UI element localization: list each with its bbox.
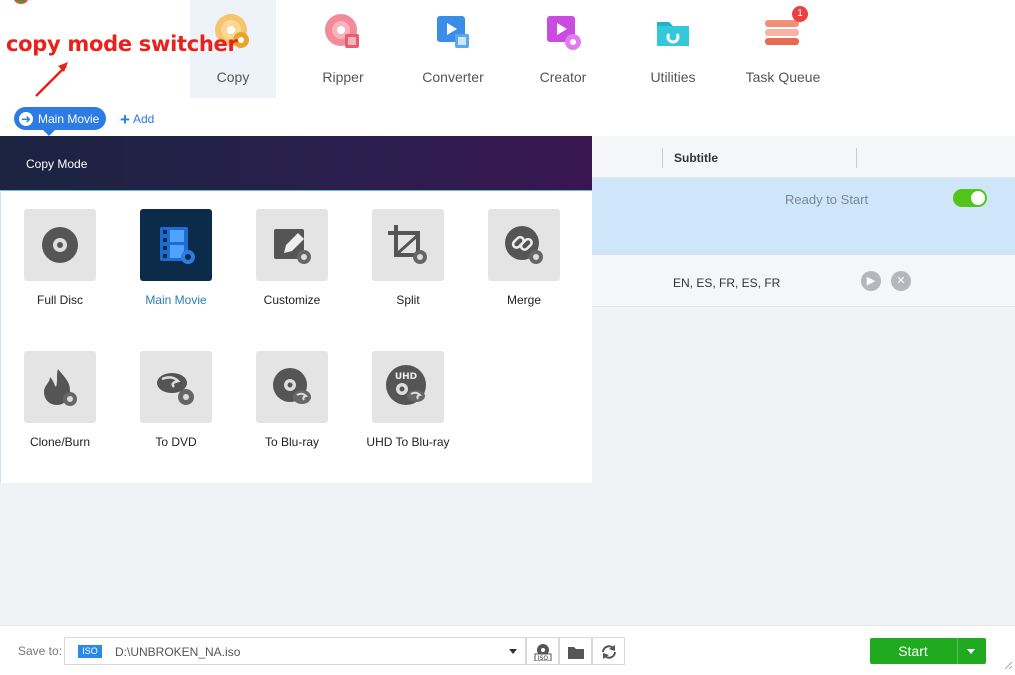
crop-icon: [388, 225, 427, 264]
mode-merge[interactable]: Merge: [474, 209, 574, 319]
plus-icon: +: [120, 110, 130, 129]
copy-mode-panel: Full Disc Main Movie Customize Split Mer…: [0, 190, 592, 483]
mode-label: Split: [396, 293, 420, 307]
mode-label: UHD To Blu-ray: [366, 435, 450, 449]
top-navigation: Copy Ripper Converter Creator Utilities: [0, 0, 1015, 136]
mode-to-bluray[interactable]: To Blu-ray: [242, 351, 342, 461]
switch-arrow-icon: ➜: [19, 111, 33, 126]
status-text: Ready to Start: [785, 192, 869, 207]
task-count-badge: 1: [792, 6, 808, 22]
copy-mode-title: Copy Mode: [26, 157, 88, 171]
tab-task-queue[interactable]: 1 Task Queue: [740, 0, 826, 98]
bluray-to-dvd-icon: [157, 373, 194, 405]
mode-tile: [24, 351, 96, 423]
tab-utilities[interactable]: Utilities: [630, 0, 716, 98]
mode-clone-burn[interactable]: Clone/Burn: [10, 351, 110, 461]
mode-split[interactable]: Split: [358, 209, 458, 319]
svg-text:ISO: ISO: [538, 655, 549, 661]
chevron-down-icon[interactable]: [967, 649, 975, 654]
list-header: Subtitle: [592, 136, 1015, 178]
iso-tag: ISO: [78, 645, 102, 658]
title-row[interactable]: Ready to Start: [592, 178, 1015, 255]
utilities-icon: [657, 22, 689, 46]
tab-ripper[interactable]: Ripper: [300, 0, 386, 98]
disc-icon: [42, 227, 78, 263]
mode-tile: [256, 209, 328, 281]
creator-icon: [547, 16, 581, 50]
mode-tile: [488, 209, 560, 281]
link-icon: [505, 226, 543, 264]
add-label: Add: [132, 112, 155, 126]
iso-disc-icon: ISO: [534, 644, 552, 661]
svg-text:UHD: UHD: [395, 372, 417, 382]
mode-tile: [140, 209, 212, 281]
disc-to-bluray-icon: [273, 368, 311, 404]
ripper-icon: [325, 14, 359, 48]
flame-icon: [44, 369, 77, 406]
tab-label: Copy: [216, 69, 250, 85]
column-divider: [856, 148, 857, 168]
edit-icon: [274, 229, 311, 264]
annotation-arrow-icon: [35, 62, 68, 97]
tab-label: Converter: [422, 69, 484, 85]
refresh-icon: [602, 645, 616, 659]
output-toggle[interactable]: [953, 189, 987, 207]
mode-label: To DVD: [155, 435, 197, 449]
mode-uhd-to-bluray[interactable]: UHD UHD To Blu-ray: [358, 351, 458, 461]
close-icon[interactable]: ✕: [891, 271, 911, 291]
bottom-bar: Save to: ISO D:\UNBROKEN_NA.iso ISO Star…: [0, 625, 1015, 675]
copy-mode-header: Copy Mode: [0, 136, 592, 190]
browse-folder-button[interactable]: [559, 637, 592, 665]
mode-label: Clone/Burn: [29, 435, 91, 449]
play-icon[interactable]: ▶: [861, 271, 881, 291]
mode-tile: [140, 351, 212, 423]
column-subtitle-header: Subtitle: [674, 151, 718, 165]
tab-converter[interactable]: Converter: [410, 0, 496, 98]
save-path-value: D:\UNBROKEN_NA.iso: [115, 645, 241, 659]
uhd-bluray-icon: UHD: [386, 365, 426, 405]
converter-icon: [437, 16, 469, 48]
mode-customize[interactable]: Customize: [242, 209, 342, 319]
save-path-select[interactable]: ISO D:\UNBROKEN_NA.iso: [64, 637, 526, 665]
mode-main-movie[interactable]: Main Movie: [126, 209, 226, 319]
add-button[interactable]: + Add: [120, 110, 154, 130]
tab-label: Task Queue: [745, 69, 821, 85]
app-logo: [14, 0, 28, 4]
mode-label: Full Disc: [36, 293, 83, 307]
tab-label: Utilities: [650, 69, 696, 85]
refresh-button[interactable]: [592, 637, 625, 665]
start-button[interactable]: Start: [870, 638, 986, 664]
chevron-down-icon[interactable]: [509, 649, 517, 654]
button-divider: [957, 638, 958, 664]
start-label: Start: [898, 643, 928, 659]
column-divider: [662, 148, 663, 168]
film-icon: [160, 227, 195, 264]
resize-grip-icon[interactable]: [1003, 660, 1013, 670]
mode-tile: UHD: [372, 351, 444, 423]
mode-label: To Blu-ray: [264, 435, 320, 449]
mode-pill-label: Main Movie: [38, 111, 100, 126]
toggle-knob: [971, 191, 985, 205]
mode-to-dvd[interactable]: To DVD: [126, 351, 226, 461]
mode-label: Main Movie: [145, 293, 207, 307]
mode-tile: [372, 209, 444, 281]
mode-tile: [24, 209, 96, 281]
mode-full-disc[interactable]: Full Disc: [10, 209, 110, 319]
tab-creator[interactable]: Creator: [520, 0, 606, 98]
tab-label: Ripper: [322, 69, 364, 85]
save-to-label: Save to:: [18, 644, 63, 658]
annotation-label: copy mode switcher: [6, 32, 238, 56]
folder-icon: [568, 647, 584, 659]
mode-label: Merge: [506, 293, 541, 307]
subtitle-languages: EN, ES, FR, ES, FR: [673, 276, 781, 290]
mode-label: Customize: [263, 293, 321, 307]
save-as-iso-button[interactable]: ISO: [526, 637, 559, 665]
tab-label: Creator: [539, 69, 587, 85]
mode-tile: [256, 351, 328, 423]
subtitle-row[interactable]: EN, ES, FR, ES, FR ▶ ✕: [592, 255, 1015, 307]
copy-mode-switcher[interactable]: ➜ Main Movie: [14, 107, 106, 130]
